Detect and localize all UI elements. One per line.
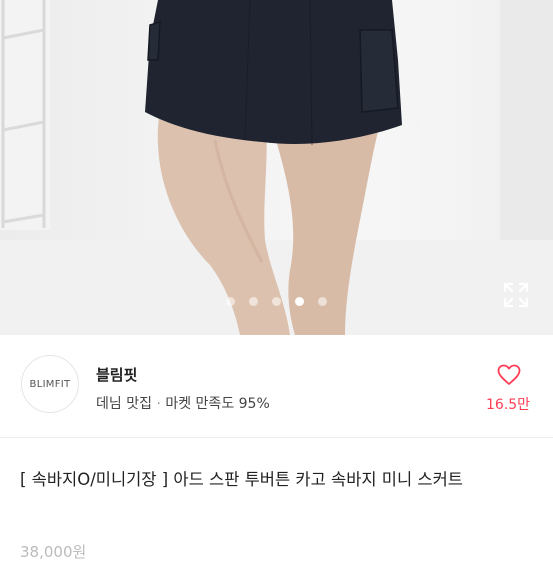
expand-arrows-icon[interactable] [503,282,529,308]
carousel-dot[interactable] [226,297,235,306]
shop-section [0,335,553,430]
carousel-pagination [0,297,553,309]
like-count: 16.5만 [486,397,531,413]
heart-outline-icon[interactable] [497,364,521,386]
carousel-dot-active[interactable] [295,297,304,306]
carousel-dot[interactable] [249,297,258,306]
shop-info: 데님 맛집 · 마켓 만족도 95% [96,393,270,413]
product-price: 38,000원 [20,543,87,561]
carousel-dot[interactable] [272,297,281,306]
separator: · [156,396,161,412]
product-photo [0,0,553,335]
shop-satisfaction: 마켓 만족도 95% [165,396,270,412]
shop-tag: 데님 맛집 [96,396,152,412]
product-image-carousel[interactable] [0,0,553,335]
carousel-dot[interactable] [318,297,327,306]
product-title: [ 속바지O/미니기장 ] 아드 스판 투버튼 카고 속바지 미니 스커트 [20,470,463,489]
shop-name[interactable]: 블림핏 [96,364,137,385]
shop-logo-text: BLIMFIT [29,378,71,390]
section-divider [0,437,553,438]
shop-logo[interactable]: BLIMFIT [21,355,79,413]
